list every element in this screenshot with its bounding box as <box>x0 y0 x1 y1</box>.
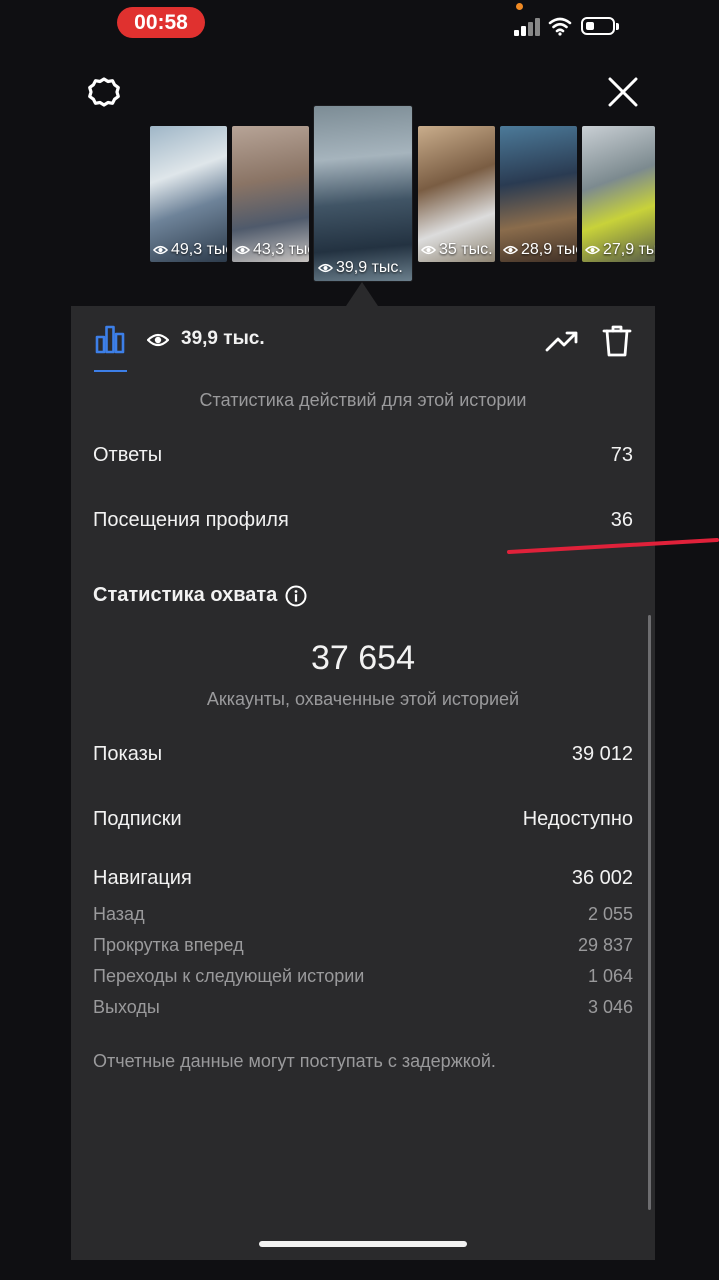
thumbnail-views-text: 49,3 тыс. <box>171 241 227 258</box>
navigation-label: Навигация <box>93 867 192 889</box>
delay-footnote: Отчетные данные могут поступать с задерж… <box>93 1051 496 1071</box>
accounts-reached-number: 37 654 <box>311 639 415 677</box>
thumbnail-views-text: 27,9 тыс. <box>603 241 655 258</box>
selected-story-pointer <box>346 282 378 306</box>
header-views-count: 39,9 тыс. <box>181 328 265 349</box>
settings-gear-icon[interactable] <box>86 74 122 110</box>
thumbnail-views-text: 39,9 тыс. <box>336 259 403 276</box>
accounts-reached-caption: Аккаунты, охваченные этой историей <box>206 689 520 709</box>
trending-up-icon[interactable] <box>545 326 579 356</box>
profile-visits-label: Посещения профиля <box>93 509 289 531</box>
back-value: 2 055 <box>587 904 633 924</box>
home-indicator[interactable] <box>259 1241 467 1247</box>
status-time: 00:58 <box>117 7 205 38</box>
forward-value: 29 837 <box>577 935 633 955</box>
thumbnail-views-text: 28,9 тыс. <box>521 241 577 258</box>
next-story-label: Переходы к следующей истории <box>93 966 365 986</box>
wifi-icon <box>548 17 572 36</box>
thumbnail-views: 49,3 тыс. <box>153 241 227 259</box>
exits-label: Выходы <box>93 997 160 1017</box>
back-label: Назад <box>93 904 145 924</box>
replies-value: 73 <box>610 444 633 466</box>
panel-header: 39,9 тыс. <box>71 306 655 374</box>
actions-caption: Статистика действий для этой истории <box>199 390 527 410</box>
story-thumbnail-selected[interactable]: 39,9 тыс. <box>314 106 412 281</box>
battery-icon <box>581 17 615 35</box>
eye-icon <box>235 245 250 255</box>
eye-icon <box>153 245 168 255</box>
eye-icon <box>147 333 169 347</box>
active-tab-underline <box>94 370 127 372</box>
privacy-indicator-dot <box>516 3 523 10</box>
story-thumbnail[interactable]: 27,9 тыс. <box>582 126 655 262</box>
trash-icon[interactable] <box>601 324 633 358</box>
next-story-value: 1 064 <box>587 966 633 986</box>
story-thumbnail[interactable]: 43,3 тыс. <box>232 126 309 262</box>
forward-label: Прокрутка вперед <box>93 935 244 955</box>
bar-chart-icon[interactable] <box>94 323 126 355</box>
insights-panel[interactable]: 39,9 тыс. Статистика действий для этой и… <box>71 306 655 1260</box>
thumbnail-views: 35 тыс. <box>421 241 493 259</box>
eye-icon <box>421 245 436 255</box>
thumbnail-views: 27,9 тыс. <box>585 241 655 259</box>
cellular-signal-icon <box>514 18 542 36</box>
info-icon[interactable] <box>285 585 307 607</box>
eye-icon <box>503 245 518 255</box>
story-thumbnail[interactable]: 49,3 тыс. <box>150 126 227 262</box>
exits-value: 3 046 <box>587 997 633 1017</box>
follows-label: Подписки <box>93 808 182 830</box>
thumbnail-views-text: 35 тыс. <box>439 241 493 258</box>
thumbnail-views: 43,3 тыс. <box>235 241 309 259</box>
thumbnail-views: 28,9 тыс. <box>503 241 577 259</box>
thumbnail-views-text: 43,3 тыс. <box>253 241 309 258</box>
reach-title-text: Статистика охвата <box>93 584 278 606</box>
battery-cap <box>616 23 619 30</box>
scrollbar[interactable] <box>648 615 651 1210</box>
impressions-label: Показы <box>93 743 163 765</box>
story-thumbnail[interactable]: 35 тыс. <box>418 126 495 262</box>
navigation-value: 36 002 <box>571 867 633 889</box>
reach-section-title: Статистика охвата <box>93 584 307 607</box>
impressions-value: 39 012 <box>571 743 633 765</box>
close-icon[interactable] <box>605 74 641 110</box>
story-thumbnail[interactable]: 28,9 тыс. <box>500 126 577 262</box>
thumbnail-views: 39,9 тыс. <box>318 259 403 277</box>
replies-label: Ответы <box>93 444 163 466</box>
eye-icon <box>318 263 333 273</box>
follows-value: Недоступно <box>522 808 633 830</box>
red-annotation-stroke <box>507 538 719 554</box>
eye-icon <box>585 245 600 255</box>
